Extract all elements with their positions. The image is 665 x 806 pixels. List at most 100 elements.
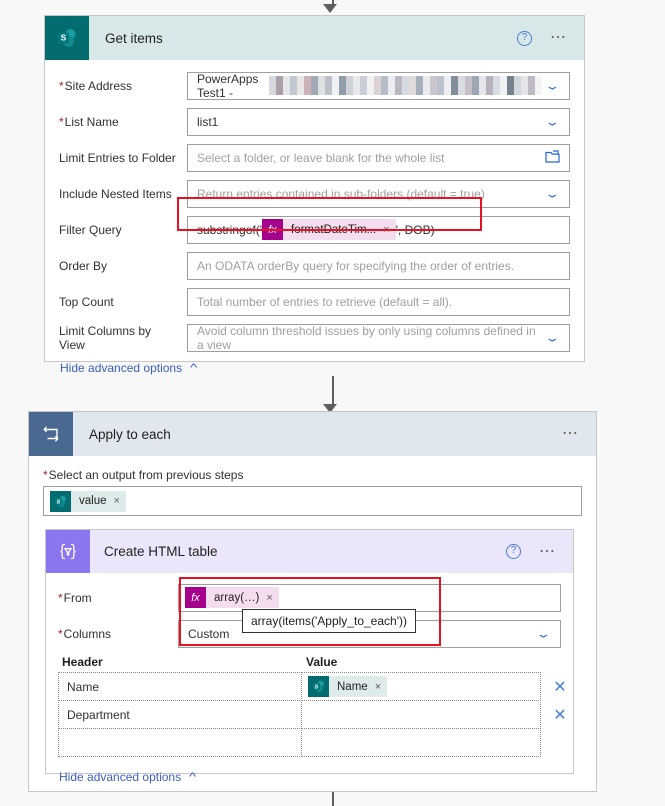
- help-circle-icon[interactable]: ?: [506, 544, 521, 559]
- hide-advanced-options-link-get-items[interactable]: Hide advanced options ^: [60, 361, 198, 375]
- field-label-site-address: *Site Address: [59, 78, 133, 93]
- sharepoint-icon: S: [308, 676, 329, 697]
- apply-to-each-body: *Select an output from previous steps S …: [29, 456, 596, 516]
- connector-line: [331, 792, 334, 806]
- chevron-down-icon[interactable]: ⌄: [537, 188, 567, 199]
- chevron-down-icon[interactable]: ⌄: [537, 332, 567, 343]
- chevron-up-icon: ^: [190, 362, 198, 374]
- from-token[interactable]: fx array(…) ×: [185, 587, 279, 608]
- from-token-body: array(…) ×: [206, 587, 279, 608]
- create-html-table-card[interactable]: Create HTML table ? ⋯ *From fx array(…) …: [45, 529, 574, 784]
- list-name-dropdown[interactable]: list1 ⌄: [187, 107, 570, 136]
- column-header-header: Header: [62, 655, 103, 669]
- field-limit-columns-by-view: Limit Columns by View Avoid column thres…: [59, 322, 570, 353]
- field-label-order-by: Order By: [59, 258, 108, 273]
- field-label-columns: *Columns: [58, 626, 112, 641]
- create-html-table-title: Create HTML table: [104, 544, 218, 559]
- hide-advanced-options-label: Hide advanced options: [60, 361, 183, 375]
- row-header-input[interactable]: Name: [58, 672, 302, 701]
- hide-advanced-options-link-html-table[interactable]: Hide advanced options ^: [59, 770, 196, 784]
- field-label-list-name: *List Name: [59, 114, 119, 129]
- connector-middle: [0, 376, 665, 413]
- apply-to-each-card[interactable]: Apply to each ⋯ *Select an output from p…: [28, 411, 597, 792]
- create-html-table-card-header[interactable]: Create HTML table ? ⋯: [46, 530, 573, 573]
- get-items-title: Get items: [105, 30, 163, 46]
- chevron-down-icon[interactable]: ⌄: [537, 116, 567, 127]
- row-header-input[interactable]: [58, 728, 302, 757]
- order-by-input[interactable]: An ODATA orderBy query for specifying th…: [187, 251, 570, 280]
- svg-text:S: S: [56, 499, 60, 505]
- remove-token-icon[interactable]: ×: [383, 224, 389, 236]
- row-value-input[interactable]: [301, 700, 541, 729]
- apply-to-each-title: Apply to each: [89, 426, 171, 442]
- columns-value: Custom: [188, 626, 230, 641]
- order-by-placeholder: An ODATA orderBy query for specifying th…: [197, 258, 515, 273]
- from-input[interactable]: fx array(…) ×: [178, 583, 561, 612]
- delete-row-button[interactable]: ✕: [540, 700, 580, 729]
- field-label-limit-entries-to-folder: Limit Entries to Folder: [59, 150, 176, 165]
- ellipsis-icon[interactable]: ⋯: [550, 30, 568, 46]
- row-value-token[interactable]: S Name ×: [308, 676, 388, 697]
- filter-query-token-label: formatDateTim...: [291, 223, 377, 236]
- value-token-label: value: [79, 495, 107, 507]
- filter-query-token[interactable]: fx formatDateTim... ×: [262, 219, 396, 240]
- redacted-text: [269, 76, 543, 95]
- row-value-input[interactable]: [301, 728, 541, 757]
- include-nested-items-dropdown[interactable]: Return entries contained in sub-folders …: [187, 179, 570, 208]
- create-html-table-body: *From fx array(…) × *Columns Custom ⌄ He…: [46, 573, 573, 788]
- field-filter-query: Filter Query substringof(' fx formatDate…: [59, 214, 570, 245]
- hide-advanced-options-label: Hide advanced options: [59, 770, 182, 784]
- limit-entries-to-folder-input[interactable]: Select a folder, or leave blank for the …: [187, 143, 570, 172]
- select-output-label: *Select an output from previous steps: [43, 468, 244, 482]
- row-value-token-label: Name: [337, 680, 368, 693]
- table-row: Name S Name × ✕: [58, 672, 567, 701]
- help-circle-icon[interactable]: ?: [517, 30, 532, 46]
- chevron-down-icon[interactable]: ⌄: [528, 628, 558, 639]
- limit-columns-by-view-dropdown[interactable]: Avoid column threshold issues by only us…: [187, 323, 570, 352]
- field-label-top-count: Top Count: [59, 294, 114, 309]
- row-value-token-body: Name ×: [329, 676, 388, 697]
- field-label-include-nested-items: Include Nested Items: [59, 186, 172, 201]
- required-marker: *: [58, 626, 63, 641]
- top-count-input[interactable]: Total number of entries to retrieve (def…: [187, 287, 570, 316]
- table-row: Department ✕: [58, 700, 567, 729]
- field-limit-entries-to-folder: Limit Entries to Folder Select a folder,…: [59, 142, 570, 173]
- remove-token-icon[interactable]: ×: [114, 495, 120, 507]
- required-marker: *: [59, 78, 64, 93]
- value-token[interactable]: S value ×: [50, 490, 126, 512]
- table-row: [58, 728, 561, 757]
- connector-top: [0, 0, 665, 13]
- required-marker: *: [43, 468, 48, 482]
- required-marker: *: [58, 590, 63, 605]
- filter-query-input[interactable]: substringof(' fx formatDateTim... × ', D…: [187, 215, 570, 244]
- connector-line: [331, 376, 334, 404]
- row-header-input[interactable]: Department: [58, 700, 302, 729]
- fx-icon: fx: [185, 587, 206, 608]
- folder-icon[interactable]: [542, 149, 563, 166]
- chevron-down-icon[interactable]: ⌄: [537, 80, 567, 91]
- select-output-input[interactable]: S value ×: [43, 486, 582, 516]
- include-nested-placeholder: Return entries contained in sub-folders …: [197, 186, 485, 201]
- apply-to-each-card-header[interactable]: Apply to each ⋯: [29, 412, 596, 456]
- row-value-input[interactable]: S Name ×: [301, 672, 541, 701]
- ellipsis-icon[interactable]: ⋯: [562, 426, 580, 442]
- delete-row-button[interactable]: ✕: [540, 672, 580, 701]
- limit-columns-placeholder: Avoid column threshold issues by only us…: [197, 323, 536, 352]
- site-address-dropdown[interactable]: PowerApps Test1 - ⌄: [187, 71, 570, 100]
- field-order-by: Order By An ODATA orderBy query for spec…: [59, 250, 570, 281]
- remove-token-icon[interactable]: ×: [375, 681, 381, 693]
- field-list-name: *List Name list1 ⌄: [59, 106, 570, 137]
- get-items-card[interactable]: S Get items ? ⋯ *Site Address PowerApps …: [44, 15, 585, 375]
- value-token-body: value ×: [71, 490, 126, 512]
- field-include-nested-items: Include Nested Items Return entries cont…: [59, 178, 570, 209]
- field-label-from: *From: [58, 590, 92, 605]
- column-header-value: Value: [306, 655, 338, 669]
- site-address-value: PowerApps Test1 -: [197, 71, 259, 100]
- get-items-card-header[interactable]: S Get items ? ⋯: [45, 16, 584, 60]
- top-count-placeholder: Total number of entries to retrieve (def…: [197, 294, 453, 309]
- list-name-value: list1: [197, 114, 219, 129]
- ellipsis-icon[interactable]: ⋯: [539, 543, 557, 559]
- remove-token-icon[interactable]: ×: [266, 592, 272, 604]
- svg-text:S: S: [61, 33, 67, 43]
- field-label-limit-columns-by-view: Limit Columns by View: [59, 323, 152, 352]
